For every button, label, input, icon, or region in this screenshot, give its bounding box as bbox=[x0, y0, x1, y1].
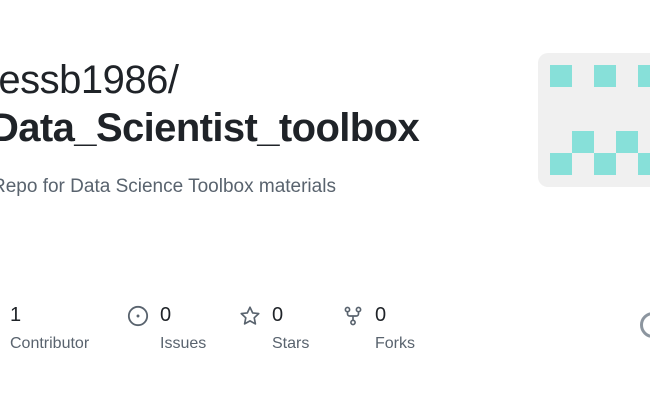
contributors-label: Contributor bbox=[10, 335, 90, 352]
identicon-cell bbox=[572, 131, 594, 153]
forks-label: Forks bbox=[375, 335, 415, 352]
identicon-cell bbox=[550, 65, 572, 87]
identicon-cell bbox=[616, 131, 638, 153]
repo-stats: 1 Contributor 0 Issues 0 Stars 0 Forks bbox=[0, 303, 650, 363]
stars-label: Stars bbox=[272, 335, 310, 352]
repo-description: Repo for Data Science Toolbox materials bbox=[0, 176, 336, 197]
identicon-cell bbox=[550, 153, 572, 175]
stars-count: 0 bbox=[272, 304, 284, 326]
repo-forked-icon bbox=[342, 305, 364, 327]
issues-label: Issues bbox=[160, 335, 207, 352]
repo-name[interactable]: Data_Scientist_toolbox bbox=[0, 106, 420, 151]
forks-count: 0 bbox=[375, 304, 387, 326]
identicon-cell bbox=[594, 153, 616, 175]
identicon-cell bbox=[594, 65, 616, 87]
owner-identicon-avatar[interactable] bbox=[538, 53, 650, 187]
issues-count: 0 bbox=[160, 304, 172, 326]
identicon-cell bbox=[638, 153, 650, 175]
issue-opened-icon bbox=[127, 305, 149, 327]
repo-social-card: jessb1986/ Data_Scientist_toolbox Repo f… bbox=[0, 0, 650, 400]
identicon-cell bbox=[638, 65, 650, 87]
contributors-count: 1 bbox=[10, 304, 22, 326]
repo-owner[interactable]: jessb1986/ bbox=[0, 58, 179, 103]
star-icon bbox=[239, 305, 261, 327]
